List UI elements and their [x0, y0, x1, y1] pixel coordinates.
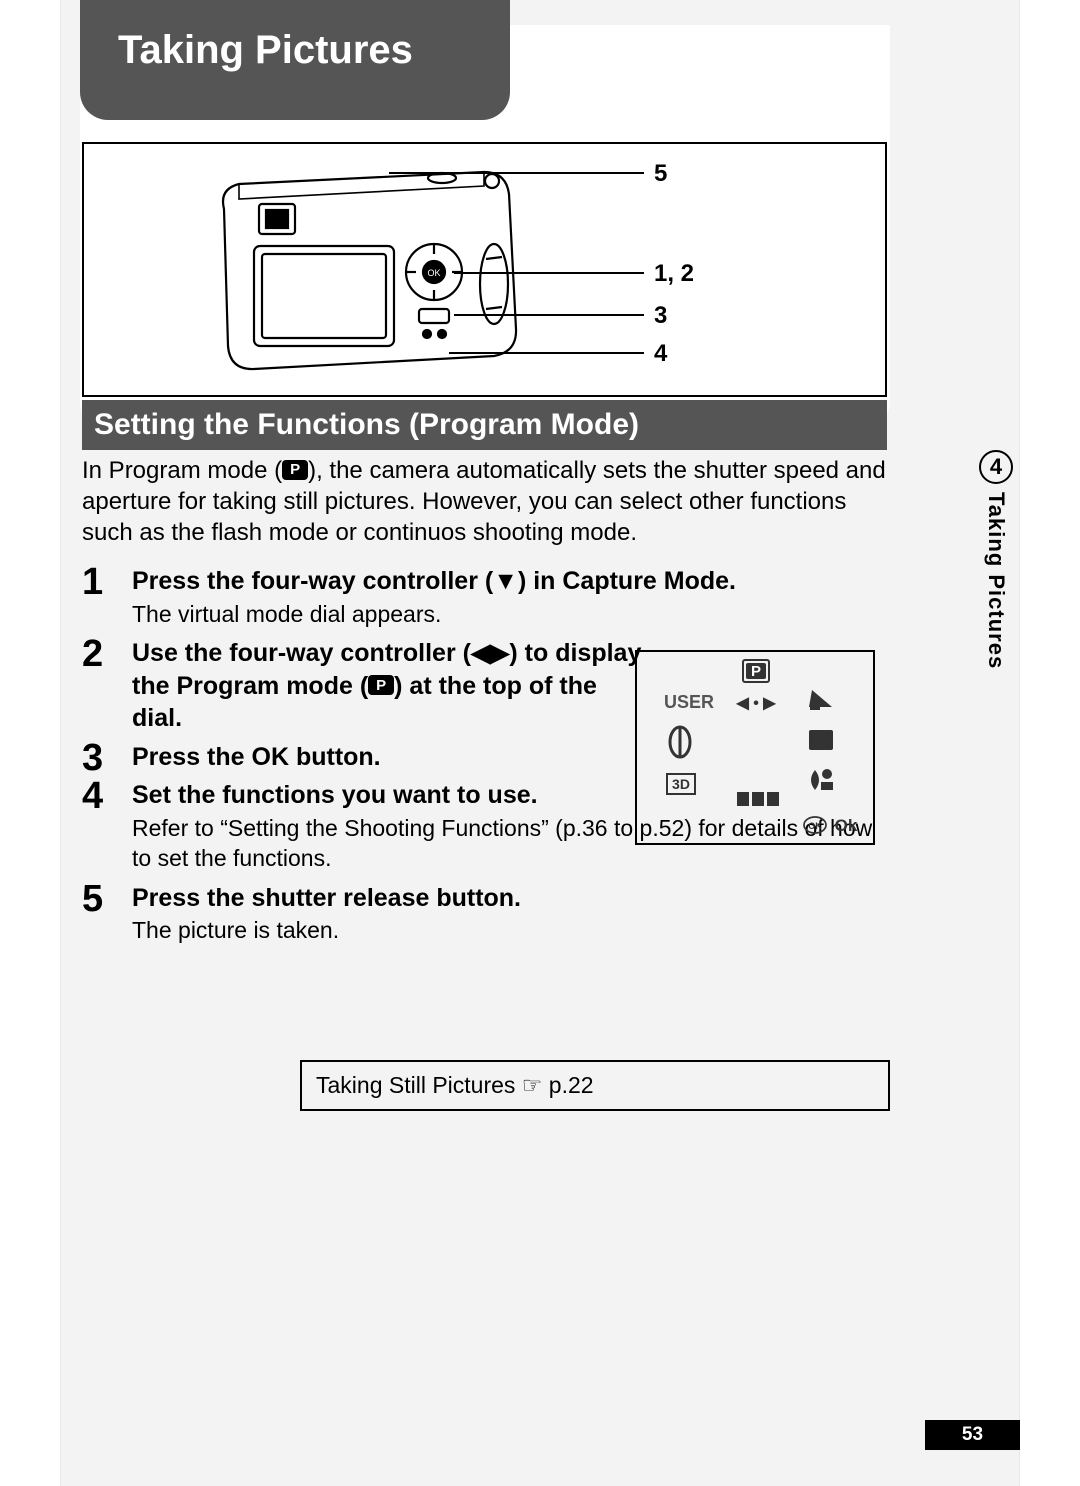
- cross-reference-box: Taking Still Pictures ☞ p.22: [300, 1060, 890, 1111]
- svg-text:OK: OK: [427, 268, 440, 278]
- diagram-callout-5: 5: [654, 160, 667, 188]
- side-chapter-label: Taking Pictures: [983, 492, 1009, 669]
- intro-paragraph: In Program mode (P), the camera automati…: [82, 455, 887, 549]
- step-1: 1 Press the four-way controller (▼) in C…: [82, 565, 887, 629]
- steps-list: 1 Press the four-way controller (▼) in C…: [82, 565, 887, 954]
- camera-diagram: OK 5 1, 2 3 4: [82, 142, 887, 397]
- step-5: 5 Press the shutter release button. The …: [82, 882, 887, 946]
- program-mode-icon: P: [368, 675, 394, 695]
- mode-dial-inset: P USER ◀ • ▶ 3D OK Ok: [635, 650, 875, 845]
- step-number: 2: [82, 633, 103, 676]
- p-mode-icon: P: [751, 663, 761, 680]
- step-number: 3: [82, 737, 103, 780]
- step-detail: The picture is taken.: [132, 916, 887, 946]
- step-heading: Press the shutter release button.: [132, 882, 887, 915]
- chapter-header: Taking Pictures: [80, 0, 510, 120]
- step-detail: The virtual mode dial appears.: [132, 600, 887, 630]
- chapter-number-circle: 4: [979, 450, 1013, 484]
- svg-text:Ok: Ok: [835, 816, 858, 835]
- svg-text:3D: 3D: [672, 776, 690, 792]
- side-thumb-tab: 4 Taking Pictures: [972, 450, 1020, 669]
- step-heading: Use the four-way controller (◀▶) to disp…: [132, 637, 642, 735]
- svg-text:◀ • ▶: ◀ • ▶: [735, 695, 776, 712]
- svg-text:OK: OK: [808, 821, 822, 831]
- svg-text:USER: USER: [664, 692, 714, 712]
- reference-text: Taking Still Pictures ☞ p.22: [316, 1072, 594, 1098]
- step-number: 4: [82, 775, 103, 818]
- camera-illustration: OK: [184, 154, 544, 384]
- section-heading: Setting the Functions (Program Mode): [82, 400, 887, 450]
- intro-text-pre: In Program mode (: [82, 457, 282, 484]
- diagram-callout-3: 3: [654, 302, 667, 330]
- page-number: 53: [925, 1420, 1020, 1450]
- diagram-callout-4: 4: [654, 340, 667, 368]
- chapter-title: Taking Pictures: [118, 28, 413, 73]
- diagram-callout-12: 1, 2: [654, 260, 694, 288]
- step-heading: Press the four-way controller (▼) in Cap…: [132, 565, 887, 598]
- program-mode-icon: P: [282, 460, 308, 480]
- step-number: 5: [82, 878, 103, 921]
- step-number: 1: [82, 561, 103, 604]
